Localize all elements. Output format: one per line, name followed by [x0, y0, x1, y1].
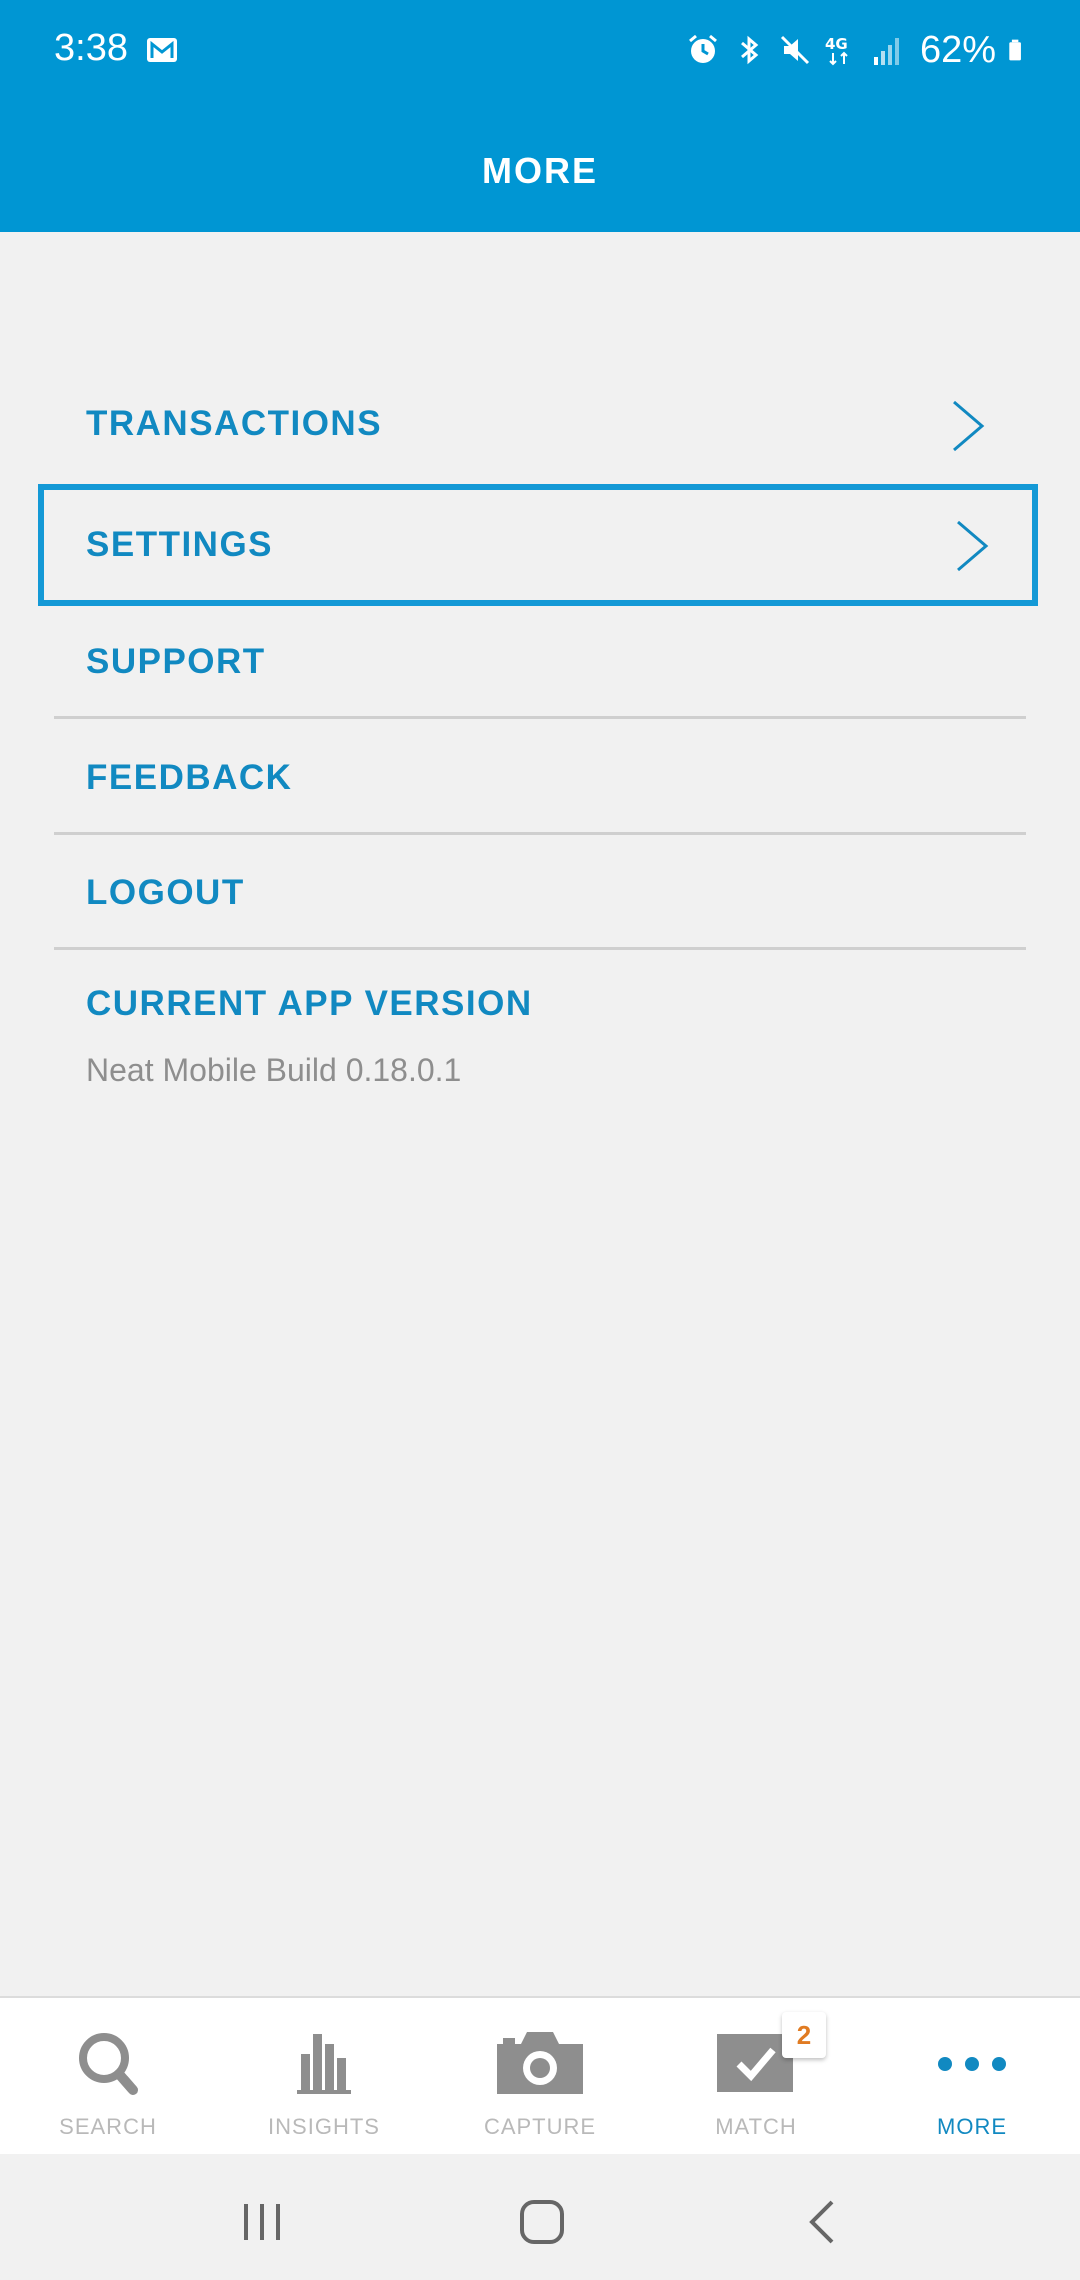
- nav-tab-match[interactable]: 2 MATCH: [648, 1998, 864, 2156]
- mail-icon: [147, 38, 177, 62]
- bluetooth-icon: [740, 35, 759, 65]
- nav-label: MATCH: [715, 2114, 797, 2139]
- app-version-value: Neat Mobile Build 0.18.0.1: [86, 1052, 462, 1088]
- nav-label: INSIGHTS: [268, 2114, 380, 2139]
- divider: [54, 947, 1026, 950]
- system-nav-bar: [0, 2154, 1080, 2280]
- alarm-icon: [688, 34, 717, 63]
- chevron-right-icon: [953, 400, 985, 452]
- chevron-right-icon: [957, 520, 989, 572]
- match-count-badge: 2: [782, 2012, 826, 2058]
- 4g-icon: 4G: [825, 35, 848, 66]
- menu-item-settings[interactable]: SETTINGS: [38, 484, 1038, 606]
- camera-icon: [497, 2032, 583, 2094]
- svg-text:4G: 4G: [825, 35, 848, 53]
- nav-tab-capture[interactable]: CAPTURE: [432, 1998, 648, 2156]
- menu-item-label: SUPPORT: [86, 642, 266, 681]
- battery-icon: [1009, 39, 1021, 61]
- nav-label: CAPTURE: [483, 2114, 597, 2139]
- bottom-nav: SEARCH INSIGHTS CAPTURE 2 MATCH MORE: [0, 1996, 1080, 2154]
- app-version-title: CURRENT APP VERSION: [86, 984, 533, 1023]
- divider: [54, 716, 1026, 719]
- menu-item-label: FEEDBACK: [86, 758, 293, 797]
- menu-item-label: TRANSACTIONS: [86, 404, 383, 443]
- signal-icon: [873, 38, 899, 65]
- page-title: MORE: [482, 150, 598, 191]
- mute-icon: [780, 35, 809, 65]
- menu-item-support[interactable]: SUPPORT: [54, 604, 1026, 720]
- nav-tab-insights[interactable]: INSIGHTS: [216, 1998, 432, 2156]
- nav-label: MORE: [937, 2114, 1007, 2139]
- battery-percent: 62%: [919, 29, 996, 71]
- nav-tab-more[interactable]: MORE: [864, 1998, 1080, 2156]
- menu-item-transactions[interactable]: TRANSACTIONS: [54, 366, 1026, 482]
- status-icons: 4G 62%: [686, 22, 1030, 78]
- bar-chart-icon: [297, 2034, 351, 2094]
- menu-item-logout[interactable]: LOGOUT: [54, 835, 1026, 951]
- back-icon[interactable]: [796, 2192, 856, 2252]
- status-bar: 3:38 4G 62%: [0, 0, 1080, 100]
- menu-item-label: SETTINGS: [86, 525, 274, 564]
- search-icon: [79, 2033, 138, 2095]
- app-header: 3:38 4G 62% MORE: [0, 0, 1080, 232]
- recents-icon[interactable]: [232, 2192, 292, 2252]
- nav-label: SEARCH: [59, 2114, 157, 2139]
- menu-item-feedback[interactable]: FEEDBACK: [54, 720, 1026, 836]
- home-icon[interactable]: [512, 2192, 572, 2252]
- more-screen: 3:38 4G 62% MORE TRANSACTIONS SETTINGS S…: [0, 0, 1080, 2280]
- menu-item-label: LOGOUT: [86, 873, 245, 912]
- status-time: 3:38: [54, 27, 128, 69]
- nav-tab-search[interactable]: SEARCH: [0, 1998, 216, 2156]
- more-dots-icon: [938, 2057, 1006, 2071]
